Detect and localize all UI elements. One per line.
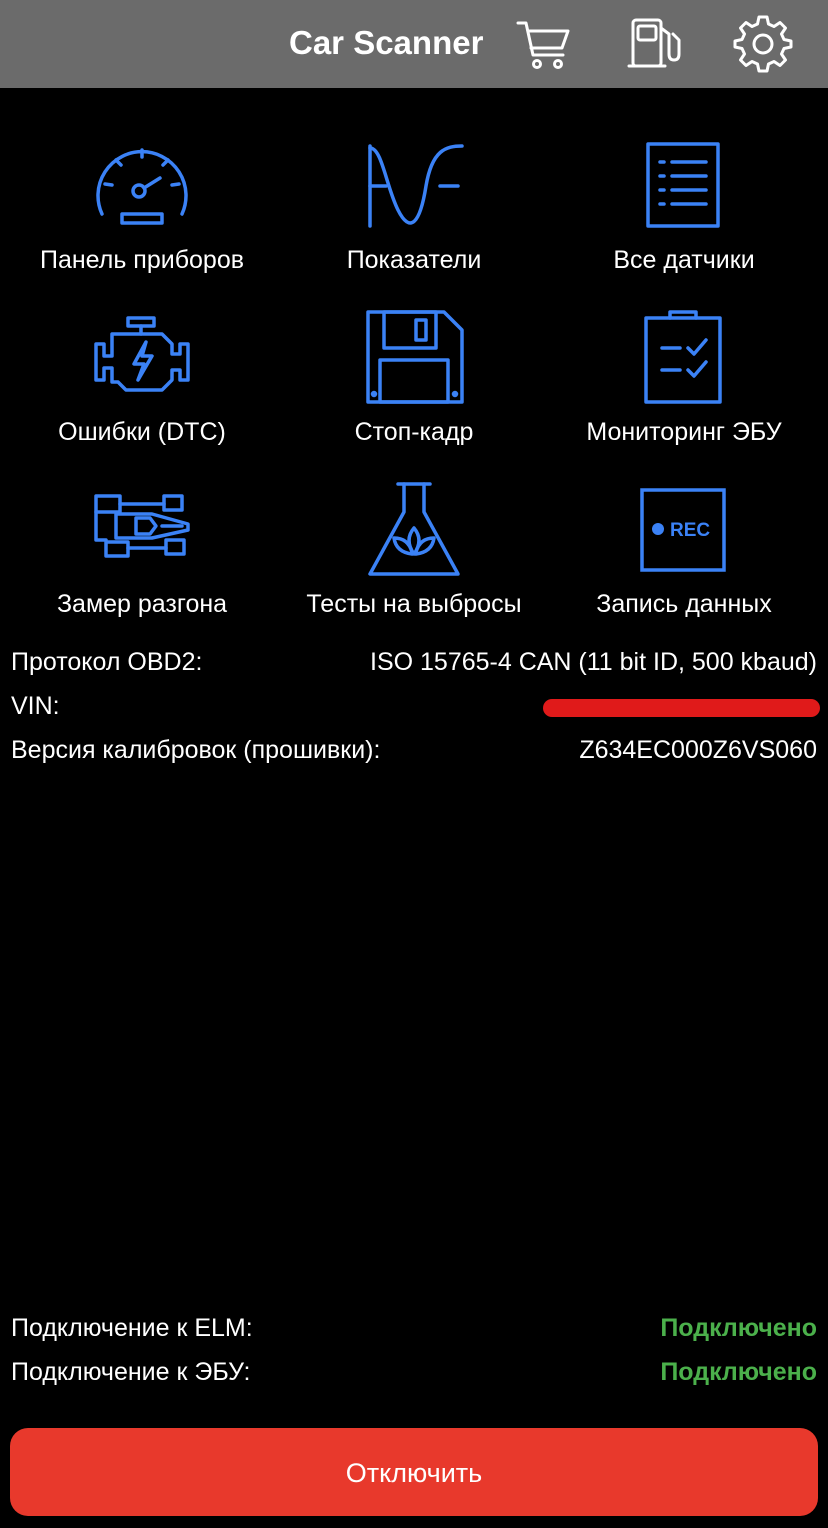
menu-label: Показатели (346, 246, 482, 274)
menu-label: Стоп-кадр (354, 418, 474, 446)
protocol-value: ISO 15765-4 CAN (11 bit ID, 500 kbaud) (370, 648, 817, 676)
protocol-row: Протокол OBD2: ISO 15765-4 CAN (11 bit I… (11, 648, 817, 684)
menu-item-all-sensors[interactable]: Все датчики (546, 134, 822, 306)
protocol-label: Протокол OBD2: (11, 648, 203, 676)
elm-connection-label: Подключение к ELM: (11, 1314, 253, 1342)
flask-leaf-icon (368, 482, 460, 576)
list-icon (646, 142, 720, 228)
menu-item-dashboard[interactable]: Панель приборов (4, 134, 280, 306)
menu-label: Замер разгона (56, 590, 228, 618)
disconnect-button[interactable]: Отключить (10, 1428, 818, 1516)
menu-label: Все датчики (613, 246, 755, 274)
menu-item-ecu-monitoring[interactable]: Мониторинг ЭБУ (546, 306, 822, 478)
calibration-row: Версия калибровок (прошивки): Z634EC000Z… (11, 736, 817, 772)
vin-redaction-mark (543, 699, 820, 717)
menu-label: Мониторинг ЭБУ (586, 418, 782, 446)
menu-item-indicators[interactable]: Показатели (276, 134, 552, 306)
race-car-icon (94, 494, 190, 558)
rec-icon: REC (640, 488, 726, 572)
floppy-disk-icon (366, 310, 464, 404)
settings-button[interactable] (733, 14, 793, 74)
menu-label: Тесты на выбросы (306, 590, 522, 618)
menu-item-dtc[interactable]: Ошибки (DTC) (4, 306, 280, 478)
menu-item-freeze-frame[interactable]: Стоп-кадр (276, 306, 552, 478)
fuel-pump-icon (627, 18, 681, 68)
ecu-connection-row: Подключение к ЭБУ: Подключено (11, 1358, 817, 1394)
calibration-label: Версия калибровок (прошивки): (11, 736, 381, 764)
elm-connection-row: Подключение к ELM: Подключено (11, 1314, 817, 1350)
menu-label: Запись данных (596, 590, 772, 618)
menu-item-acceleration[interactable]: Замер разгона (4, 478, 280, 650)
gear-icon (733, 15, 793, 73)
vin-label: VIN: (11, 692, 60, 720)
dashboard-gauge-icon (96, 148, 188, 225)
calibration-value: Z634EC000Z6VS060 (579, 736, 817, 764)
cart-button[interactable] (513, 14, 573, 74)
fuel-button[interactable] (625, 14, 685, 74)
menu-item-emissions-tests[interactable]: Тесты на выбросы (276, 478, 552, 650)
rec-badge-text: REC (670, 520, 710, 541)
checklist-clipboard-icon (644, 310, 722, 404)
ecu-connection-label: Подключение к ЭБУ: (11, 1358, 251, 1386)
menu-label: Ошибки (DTC) (58, 418, 226, 446)
app-header: Car Scanner (0, 0, 828, 88)
sine-wave-icon (368, 144, 464, 228)
menu-item-data-recording[interactable]: REC Запись данных (546, 478, 822, 650)
menu-label: Панель приборов (39, 246, 245, 274)
app-title: Car Scanner (289, 24, 484, 61)
cart-icon (516, 21, 570, 69)
engine-icon (94, 316, 190, 392)
ecu-connection-status: Подключено (660, 1358, 817, 1386)
elm-connection-status: Подключено (660, 1314, 817, 1342)
